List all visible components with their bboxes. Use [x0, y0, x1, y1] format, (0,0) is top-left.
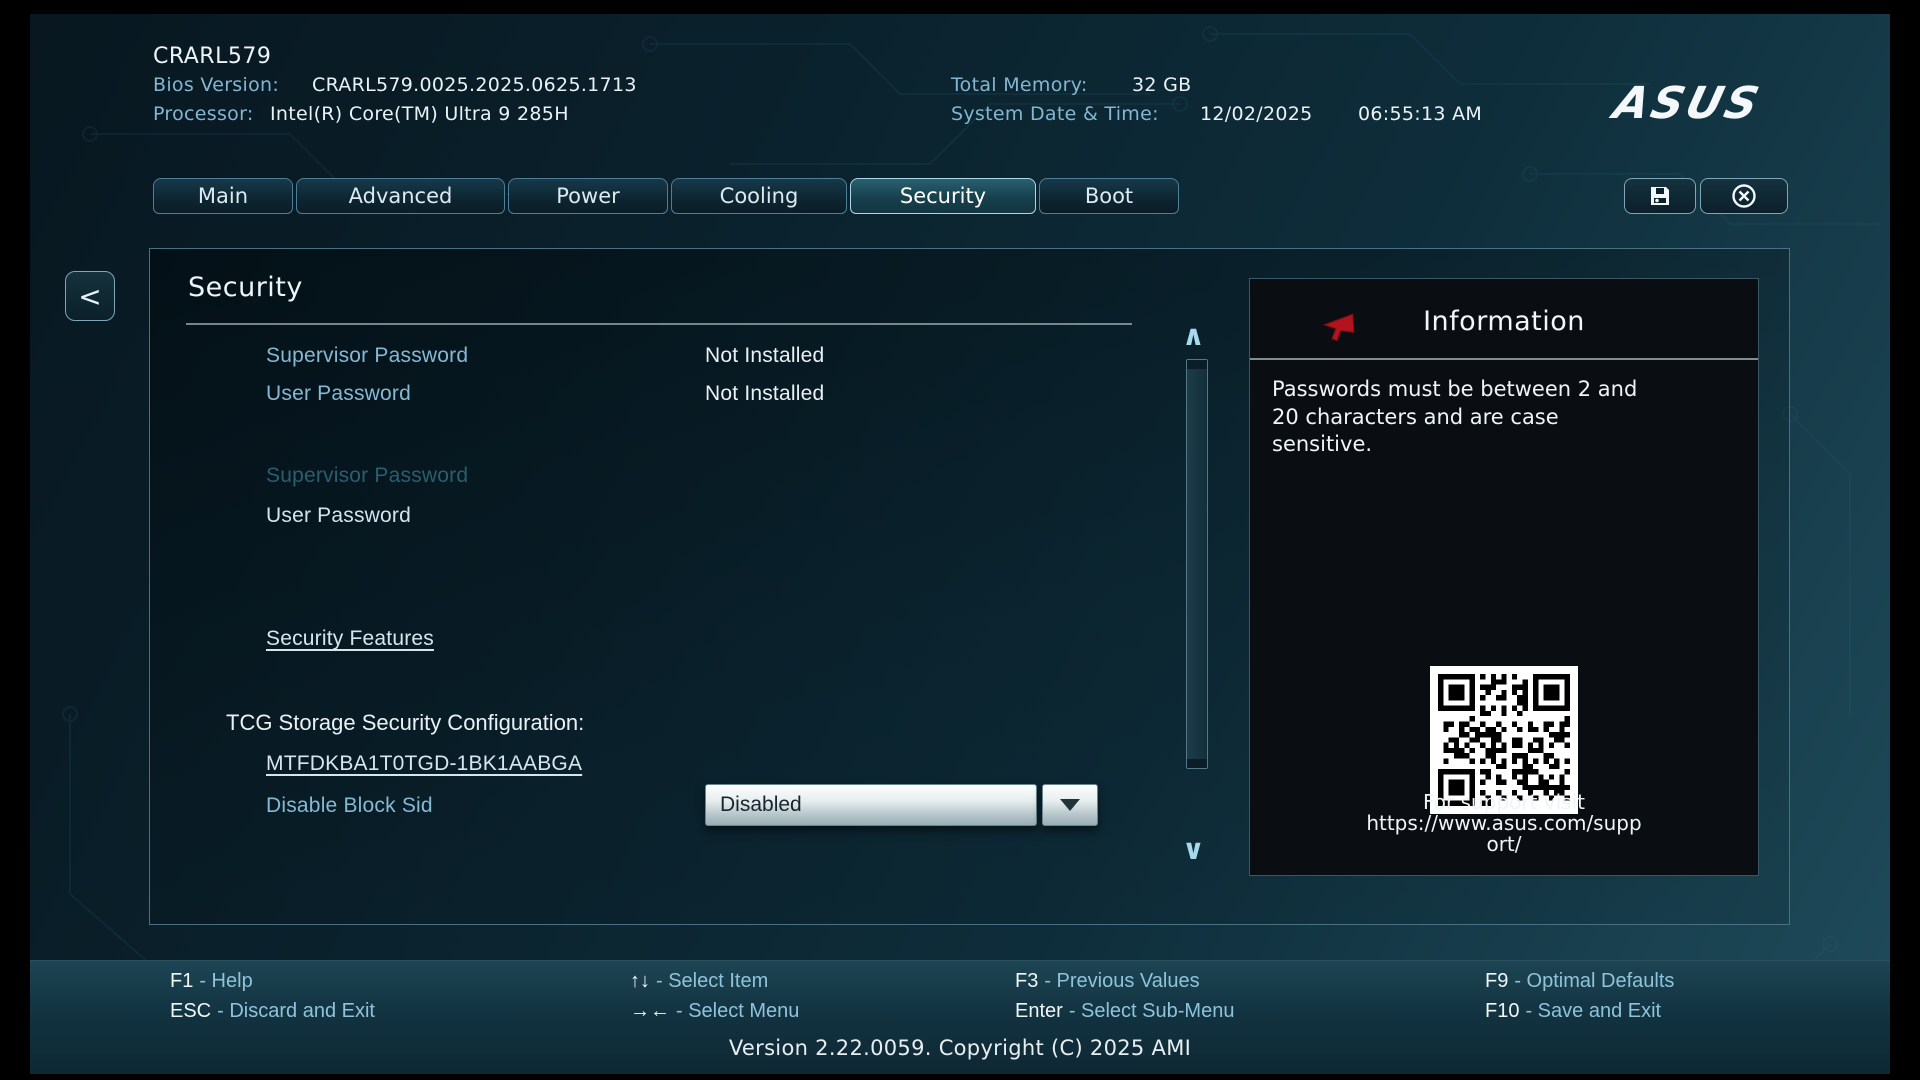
- circled-x-icon: [1731, 183, 1757, 209]
- supervisor-password-item-disabled: Supervisor Password: [266, 464, 468, 488]
- scroll-up-icon[interactable]: ∧: [1182, 322, 1205, 350]
- total-memory-value: 32 GB: [1132, 74, 1191, 96]
- model-name: CRARL579: [153, 44, 271, 69]
- title-divider: [186, 323, 1132, 325]
- chevron-down-icon: [1060, 799, 1080, 811]
- bios-screen: CRARL579 Bios Version: CRARL579.0025.202…: [30, 14, 1890, 1074]
- processor-label: Processor:: [153, 103, 254, 125]
- hint-f9: F9- Optimal Defaults: [1485, 970, 1674, 993]
- user-password-status-label: User Password: [266, 382, 411, 406]
- bios-version-label: Bios Version:: [153, 74, 279, 96]
- security-features-link[interactable]: Security Features: [266, 627, 434, 651]
- supervisor-password-status-value: Not Installed: [705, 344, 824, 368]
- scrollbar-thumb[interactable]: [1186, 359, 1208, 769]
- hint-f3: F3- Previous Values: [1015, 970, 1200, 993]
- exit-button[interactable]: [1700, 178, 1788, 214]
- user-password-status-value: Not Installed: [705, 382, 824, 406]
- tab-power[interactable]: Power: [508, 178, 668, 214]
- hint-enter: Enter- Select Sub-Menu: [1015, 1000, 1234, 1023]
- hint-f10: F10- Save and Exit: [1485, 1000, 1661, 1023]
- processor-value: Intel(R) Core(TM) Ultra 9 285H: [270, 103, 569, 125]
- hint-select-menu: →←- Select Menu: [630, 1000, 799, 1023]
- tab-cooling[interactable]: Cooling: [671, 178, 847, 214]
- hint-select-item: ↑↓- Select Item: [630, 970, 768, 993]
- info-divider: [1250, 358, 1758, 360]
- supervisor-password-status-label: Supervisor Password: [266, 344, 468, 368]
- page-title: Security: [188, 272, 303, 303]
- system-time-value[interactable]: 06:55:13 AM: [1358, 103, 1482, 125]
- info-help-text: Passwords must be between 2 and 20 chara…: [1272, 376, 1742, 459]
- scroll-down-icon[interactable]: ∨: [1182, 836, 1205, 864]
- tab-main[interactable]: Main: [153, 178, 293, 214]
- tab-advanced[interactable]: Advanced: [296, 178, 505, 214]
- support-url-text: For support visit https://www.asus.com/s…: [1254, 792, 1754, 855]
- floppy-disk-icon: [1648, 184, 1672, 208]
- disable-block-sid-dropdown[interactable]: Disabled: [705, 784, 1037, 826]
- datetime-label: System Date & Time:: [951, 103, 1159, 125]
- back-button[interactable]: <: [65, 271, 115, 321]
- tab-security[interactable]: Security: [850, 178, 1036, 214]
- bios-version-value: CRARL579.0025.2025.0625.1713: [312, 74, 637, 96]
- asus-logo: ASUS: [1609, 78, 1767, 129]
- system-date-value[interactable]: 12/02/2025: [1200, 103, 1313, 125]
- menu-tabbar: Main Advanced Power Cooling Security Boo…: [153, 178, 1179, 214]
- save-button[interactable]: [1624, 178, 1696, 214]
- dropdown-arrow-button[interactable]: [1042, 784, 1098, 826]
- info-panel-title: Information: [1249, 306, 1759, 337]
- hint-esc: ESC- Discard and Exit: [170, 1000, 375, 1023]
- disable-block-sid-value: Disabled: [706, 785, 1036, 825]
- total-memory-label: Total Memory:: [951, 74, 1088, 96]
- version-copyright-text: Version 2.22.0059. Copyright (C) 2025 AM…: [30, 1036, 1890, 1060]
- hint-f1: F1- Help: [170, 970, 253, 993]
- user-password-item[interactable]: User Password: [266, 504, 411, 528]
- tcg-section-title: TCG Storage Security Configuration:: [226, 710, 584, 736]
- disable-block-sid-label: Disable Block Sid: [266, 794, 433, 818]
- tcg-drive-link[interactable]: MTFDKBA1T0TGD-1BK1AABGA: [266, 752, 582, 776]
- tab-boot[interactable]: Boot: [1039, 178, 1179, 214]
